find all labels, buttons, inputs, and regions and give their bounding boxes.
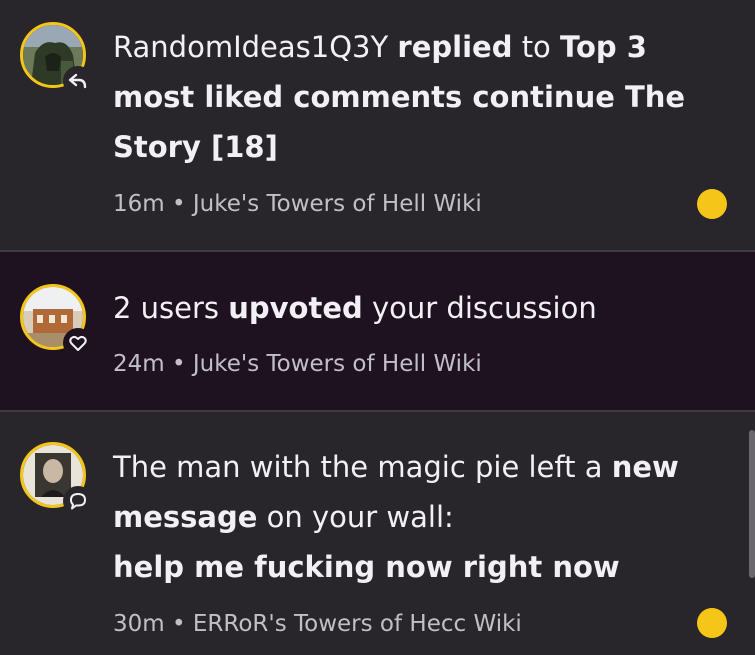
actor-name[interactable]: The man with the magic pie left a xyxy=(113,450,602,484)
separator-dot: • xyxy=(171,351,186,377)
notification-item-upvote[interactable]: 2 users upvoted your discussion 24m • Ju… xyxy=(0,252,755,412)
notification-text: The man with the magic pie left a new me… xyxy=(113,442,703,592)
avatar[interactable] xyxy=(20,22,93,96)
notification-text: RandomIdeas1Q3Y replied to Top 3 most li… xyxy=(113,22,703,172)
timestamp: 30m xyxy=(113,611,165,637)
unread-indicator[interactable] xyxy=(697,608,727,638)
notification-list: RandomIdeas1Q3Y replied to Top 3 most li… xyxy=(0,0,755,655)
scrollbar[interactable] xyxy=(749,430,755,578)
unread-indicator[interactable] xyxy=(697,189,727,219)
separator-dot: • xyxy=(171,191,186,217)
notification-text: 2 users upvoted your discussion xyxy=(113,283,703,333)
avatar[interactable] xyxy=(20,442,93,516)
timestamp: 16m xyxy=(113,191,165,217)
heart-icon xyxy=(63,328,93,358)
wiki-name[interactable]: Juke's Towers of Hell Wiki xyxy=(193,191,482,217)
actor-name[interactable]: RandomIdeas1Q3Y xyxy=(113,30,388,64)
notification-item-reply[interactable]: RandomIdeas1Q3Y replied to Top 3 most li… xyxy=(0,0,755,252)
separator-dot: • xyxy=(171,611,186,637)
users-count: 2 users xyxy=(113,291,220,325)
target-text[interactable]: your discussion xyxy=(372,291,597,325)
notification-meta: 16m • Juke's Towers of Hell Wiki xyxy=(113,189,482,219)
action-label: replied xyxy=(397,30,513,64)
reply-icon xyxy=(63,66,93,96)
wiki-name[interactable]: ERRoR's Towers of Hecc Wiki xyxy=(193,611,522,637)
comment-icon xyxy=(63,486,93,516)
message-preview: help me fucking now right now xyxy=(113,550,620,584)
target-text: on your wall: xyxy=(266,500,454,534)
notification-meta: 24m • Juke's Towers of Hell Wiki xyxy=(113,349,482,379)
timestamp: 24m xyxy=(113,351,165,377)
connector-text: to xyxy=(521,30,551,64)
action-label: upvoted xyxy=(228,291,363,325)
avatar[interactable] xyxy=(20,284,93,358)
wiki-name[interactable]: Juke's Towers of Hell Wiki xyxy=(193,351,482,377)
notification-meta: 30m • ERRoR's Towers of Hecc Wiki xyxy=(113,609,522,639)
notification-item-message[interactable]: The man with the magic pie left a new me… xyxy=(0,412,755,655)
